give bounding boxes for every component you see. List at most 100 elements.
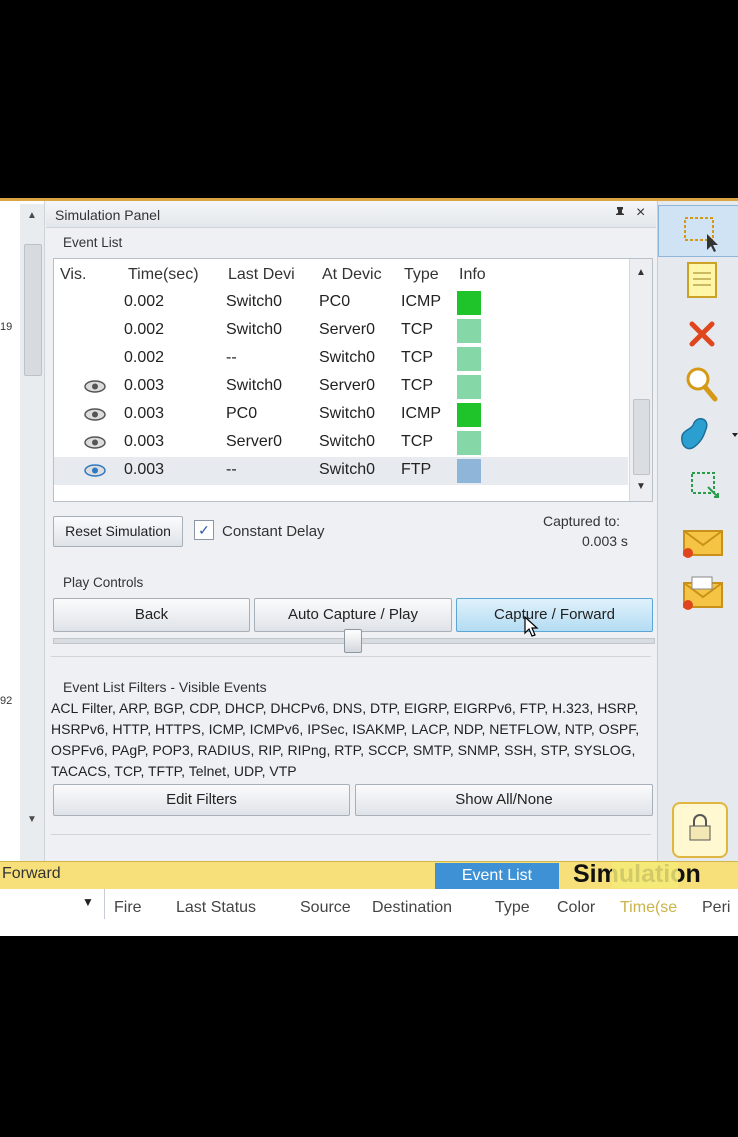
column-header[interactable]: Last Devi: [228, 266, 295, 284]
column-header[interactable]: Destination: [372, 899, 452, 917]
subscribe-overlay: [612, 862, 678, 888]
divider: [51, 834, 651, 835]
eye-icon[interactable]: [84, 408, 106, 421]
cell-last: --: [226, 461, 237, 478]
cell-type: TCP: [401, 433, 433, 450]
cell-at: Server0: [319, 321, 376, 338]
edit-filters-button[interactable]: Edit Filters: [53, 784, 350, 816]
table-row[interactable]: 0.002 Switch0 PC0 ICMP: [54, 289, 628, 317]
eye-icon[interactable]: [84, 436, 106, 449]
workspace-label: 92: [0, 695, 13, 707]
eye-icon[interactable]: [84, 380, 106, 393]
back-button[interactable]: Back: [53, 598, 250, 632]
constant-delay-checkbox[interactable]: ✓: [194, 520, 214, 540]
cell-at: Switch0: [319, 405, 376, 422]
auto-capture-play-button[interactable]: Auto Capture / Play: [254, 598, 452, 632]
mouse-cursor-icon: [524, 616, 539, 637]
cell-at: Server0: [319, 377, 376, 394]
table-row[interactable]: 0.003 PC0 Switch0 ICMP: [54, 401, 628, 429]
table-row[interactable]: 0.003 Server0 Switch0 TCP: [54, 429, 628, 457]
cell-type: ICMP: [401, 405, 441, 422]
constant-delay-label: Constant Delay: [222, 523, 325, 540]
draw-shape-icon[interactable]: [658, 407, 738, 459]
workspace-label: 19: [0, 321, 13, 333]
cell-at: PC0: [319, 293, 351, 310]
column-header[interactable]: Info: [459, 266, 486, 284]
event-list-toggle-button[interactable]: Event List: [435, 863, 559, 889]
delete-icon[interactable]: [658, 307, 738, 359]
column-header[interactable]: Vis.: [60, 266, 86, 284]
pdu-list-header: ▼ Fire Last Status Source Destination Ty…: [0, 889, 738, 936]
column-header[interactable]: Last Status: [176, 899, 256, 917]
workspace-edge: 19 92 ▲ ▼: [0, 201, 45, 864]
table-row[interactable]: 0.002 Switch0 Server0 TCP: [54, 317, 628, 345]
event-filters-label: Event List Filters - Visible Events: [63, 679, 267, 695]
cell-type: ICMP: [401, 293, 441, 310]
cell-last: Server0: [226, 433, 283, 450]
scroll-up-icon[interactable]: ▲: [27, 210, 37, 221]
column-header[interactable]: Color: [557, 899, 595, 917]
cell-type: TCP: [401, 321, 433, 338]
divider: [51, 656, 651, 657]
table-row[interactable]: 0.002 -- Switch0 TCP: [54, 345, 628, 373]
scroll-up-icon[interactable]: ▲: [636, 267, 646, 278]
cell-last: --: [226, 349, 237, 366]
workspace-scrollbar[interactable]: ▲ ▼: [20, 204, 44, 864]
cell-type: TCP: [401, 377, 433, 394]
info-color-swatch[interactable]: [457, 291, 481, 315]
info-color-swatch[interactable]: [457, 403, 481, 427]
cell-last: PC0: [226, 405, 258, 422]
packet-tracer-window: 19 92 ▲ ▼ Simulation Panel × Event List …: [0, 198, 738, 936]
add-complex-pdu-icon[interactable]: [658, 569, 738, 621]
capture-forward-button[interactable]: Capture / Forward: [456, 598, 653, 632]
column-header[interactable]: Source: [300, 899, 351, 917]
pin-icon[interactable]: [614, 206, 626, 221]
scroll-thumb[interactable]: [24, 244, 42, 376]
cell-time: 0.003: [124, 461, 165, 478]
inspect-icon[interactable]: [658, 357, 738, 409]
column-header[interactable]: Type: [495, 899, 530, 917]
cell-last: Switch0: [226, 321, 283, 338]
forward-label: Forward: [2, 865, 61, 882]
column-header[interactable]: Fire: [114, 899, 142, 917]
note-icon[interactable]: [658, 255, 738, 307]
info-color-swatch[interactable]: [457, 347, 481, 371]
eye-icon[interactable]: [84, 464, 106, 477]
add-simple-pdu-icon[interactable]: [658, 517, 738, 569]
info-color-swatch[interactable]: [457, 431, 481, 455]
info-color-swatch[interactable]: [457, 375, 481, 399]
select-icon[interactable]: [658, 205, 738, 257]
cell-time: 0.002: [124, 321, 165, 338]
chevron-down-icon[interactable]: ▼: [82, 895, 94, 909]
simulation-panel: Simulation Panel × Event List Vis. Time(…: [46, 201, 656, 861]
scroll-down-icon[interactable]: ▼: [27, 814, 37, 825]
resize-icon[interactable]: [658, 459, 738, 511]
scroll-thumb[interactable]: [633, 399, 650, 475]
scenario-dropdown[interactable]: ▼: [0, 889, 105, 919]
column-header[interactable]: Peri: [702, 899, 730, 917]
lock-icon[interactable]: [672, 802, 728, 858]
cell-at: Switch0: [319, 433, 376, 450]
cell-time: 0.002: [124, 349, 165, 366]
column-header[interactable]: Time(se: [620, 899, 677, 917]
table-row[interactable]: 0.003 Switch0 Server0 TCP: [54, 373, 628, 401]
cell-type: TCP: [401, 349, 433, 366]
column-header[interactable]: At Devic: [322, 266, 382, 284]
show-all-none-button[interactable]: Show All/None: [355, 784, 653, 816]
reset-simulation-button[interactable]: Reset Simulation: [53, 516, 183, 547]
slider-thumb[interactable]: [344, 629, 362, 653]
cell-at: Switch0: [319, 461, 376, 478]
close-icon[interactable]: ×: [636, 204, 645, 222]
column-header[interactable]: Time(sec): [128, 266, 199, 284]
scroll-down-icon[interactable]: ▼: [636, 481, 646, 492]
event-list-scrollbar[interactable]: ▲ ▼: [629, 259, 652, 501]
event-list-label: Event List: [63, 235, 123, 250]
panel-title: Simulation Panel: [55, 207, 161, 223]
info-color-swatch[interactable]: [457, 319, 481, 343]
info-color-swatch[interactable]: [457, 459, 481, 483]
cell-at: Switch0: [319, 349, 376, 366]
table-row[interactable]: 0.003 -- Switch0 FTP: [54, 457, 628, 485]
column-header[interactable]: Type: [404, 266, 439, 284]
cell-type: FTP: [401, 461, 432, 478]
captured-time-value: 0.003 s: [582, 533, 628, 549]
